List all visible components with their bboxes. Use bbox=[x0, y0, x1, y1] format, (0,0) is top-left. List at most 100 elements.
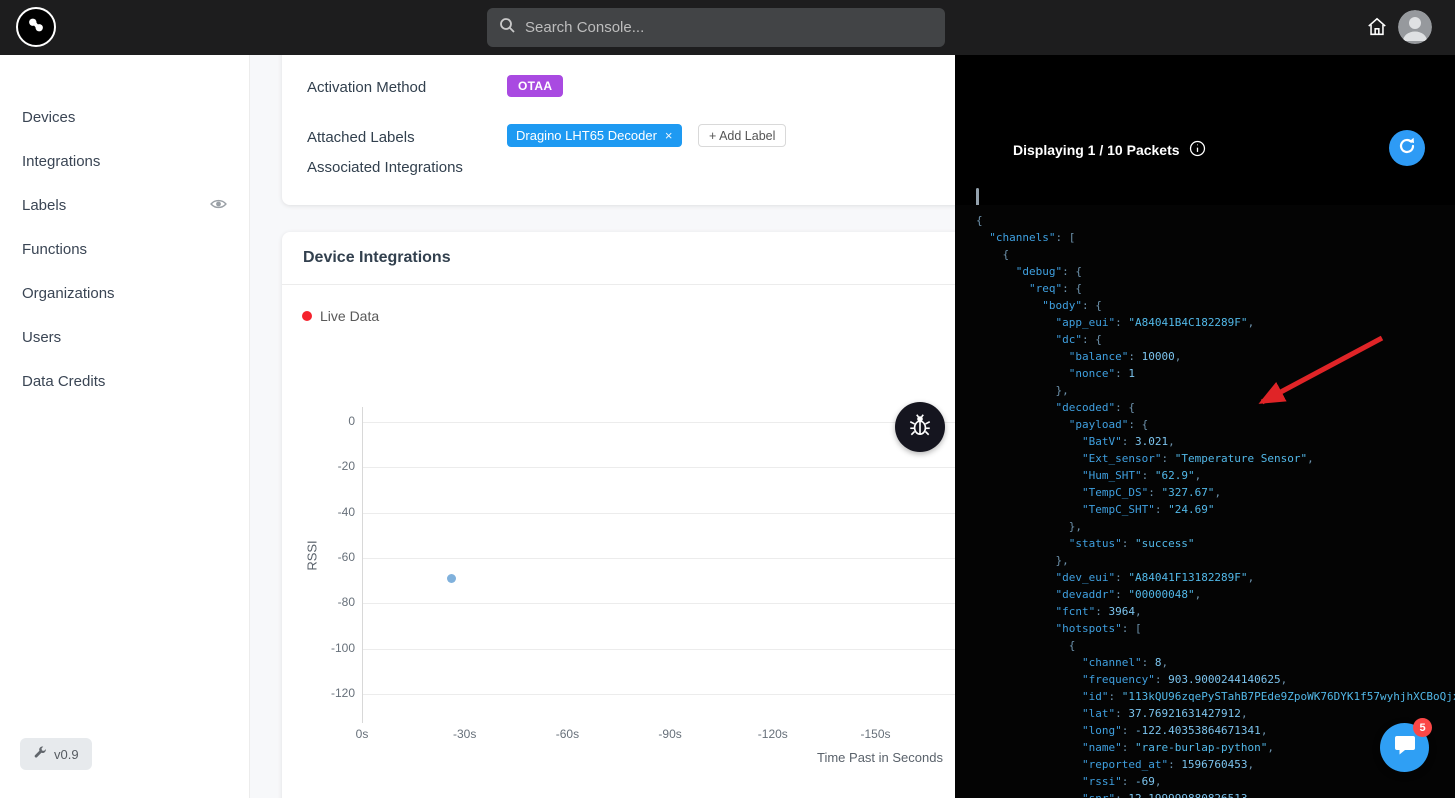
helium-logo[interactable] bbox=[16, 7, 56, 47]
json-line: "req": { bbox=[1028, 282, 1082, 295]
search-input[interactable] bbox=[525, 19, 933, 36]
chart-gridline bbox=[362, 557, 955, 559]
json-line: { bbox=[976, 248, 1010, 261]
info-icon[interactable] bbox=[1189, 140, 1206, 160]
x-tick-label: -90s bbox=[658, 727, 682, 741]
activation-method-label: Activation Method bbox=[307, 79, 427, 96]
sidebar-item-labels[interactable]: Labels bbox=[0, 183, 249, 227]
chat-icon bbox=[1393, 733, 1417, 762]
label-chip[interactable]: Dragino LHT65 Decoder × bbox=[507, 124, 682, 147]
remove-label-icon[interactable]: × bbox=[665, 128, 673, 143]
json-line: }, bbox=[976, 520, 1082, 533]
sidebar-item-users[interactable]: Users bbox=[0, 315, 249, 359]
x-tick-label: -120s bbox=[757, 727, 788, 741]
y-tick-label: -120 bbox=[330, 685, 355, 700]
label-chip-text: Dragino LHT65 Decoder bbox=[516, 128, 657, 143]
json-line: "dev_eui": "A84041F13182289F", bbox=[1055, 571, 1255, 584]
json-line: "snr": 12.199999880826513 bbox=[976, 790, 1455, 798]
version-badge[interactable]: v0.9 bbox=[20, 738, 92, 770]
y-tick-label: -40 bbox=[337, 504, 355, 519]
sidebar-item-label: Functions bbox=[22, 240, 88, 258]
y-tick-label: -100 bbox=[330, 640, 355, 655]
sidebar-item-label: Users bbox=[22, 328, 62, 346]
chart-gridline bbox=[362, 512, 955, 514]
chart-gridline bbox=[362, 603, 955, 605]
json-line: }, bbox=[976, 384, 1069, 397]
json-line: { bbox=[976, 639, 1076, 652]
json-line: "devaddr": "00000048", bbox=[1055, 588, 1202, 601]
y-tick-label: -20 bbox=[337, 459, 355, 474]
json-line: }, bbox=[976, 554, 1069, 567]
json-line: "balance": 10000, bbox=[1068, 350, 1182, 363]
json-line: "Ext_sensor": "Temperature Sensor", bbox=[1081, 452, 1314, 465]
x-tick-label: 0s bbox=[355, 727, 369, 741]
debug-button[interactable] bbox=[895, 402, 945, 452]
json-line: "BatV": 3.021, bbox=[1081, 435, 1175, 448]
y-tick-label: 0 bbox=[348, 414, 355, 428]
json-line: "frequency": 903.9000244140625, bbox=[1081, 673, 1288, 686]
version-label: v0.9 bbox=[54, 746, 79, 762]
chart-gridline bbox=[362, 693, 955, 695]
sidebar-nav: Devices Integrations Labels Functions Organi… bbox=[0, 55, 249, 403]
packet-json: { "channels": [ { "debug": { "req": { "b… bbox=[955, 205, 1455, 798]
console-search[interactable] bbox=[487, 8, 945, 47]
json-line: "hotspots": [ bbox=[1055, 622, 1142, 635]
sidebar-item-organizations[interactable]: Organizations bbox=[0, 271, 249, 315]
json-line: "decoded": { bbox=[1055, 401, 1135, 414]
chart-gridline bbox=[362, 467, 955, 469]
sidebar-item-label: Labels bbox=[22, 196, 67, 214]
top-bar bbox=[0, 0, 1455, 55]
home-icon[interactable] bbox=[1366, 16, 1388, 38]
y-axis-title: RSSI bbox=[304, 540, 320, 571]
attached-labels-label: Attached Labels bbox=[307, 129, 415, 146]
chat-launcher[interactable]: 5 bbox=[1380, 718, 1432, 772]
json-line: "fcnt": 3964, bbox=[1055, 605, 1142, 618]
search-icon bbox=[499, 17, 515, 38]
helium-logo-icon bbox=[25, 14, 47, 41]
json-line: "body": { bbox=[1042, 299, 1102, 312]
sidebar-item-functions[interactable]: Functions bbox=[0, 227, 249, 271]
wrench-icon bbox=[33, 745, 47, 763]
json-line: "payload": { bbox=[1068, 418, 1149, 431]
y-tick-label: -80 bbox=[337, 595, 355, 610]
refresh-packets-button[interactable] bbox=[1389, 130, 1425, 166]
json-line: "id": "113kQU96zqePySTahB7PEde9ZpoWK76DY… bbox=[1081, 690, 1455, 703]
x-axis-title: Time Past in Seconds bbox=[817, 750, 943, 765]
json-line: "Hum_SHT": "62.9", bbox=[1081, 469, 1202, 482]
eye-icon[interactable] bbox=[210, 197, 227, 214]
activation-method-badge: OTAA bbox=[507, 75, 564, 97]
sidebar-item-label: Integrations bbox=[22, 152, 101, 170]
chart-gridline bbox=[362, 422, 955, 423]
user-avatar[interactable] bbox=[1398, 10, 1432, 44]
sidebar: Devices Integrations Labels Functions Organi… bbox=[0, 55, 250, 798]
x-tick-label: -60s bbox=[555, 727, 580, 741]
chart-gridline bbox=[362, 648, 955, 650]
main-content: Activation Method OTAA Attached Labels D… bbox=[250, 55, 955, 798]
sidebar-item-data-credits[interactable]: Data Credits bbox=[0, 359, 249, 403]
json-line: "app_eui": "A84041B4C182289F", bbox=[1055, 316, 1255, 329]
json-line: "dc": { bbox=[1055, 333, 1102, 346]
json-line: "lat": 37.76921631427912, bbox=[1081, 707, 1248, 720]
json-line: "rssi": -69, bbox=[1081, 775, 1162, 788]
sidebar-item-integrations[interactable]: Integrations bbox=[0, 139, 249, 183]
add-label-button[interactable]: + Add Label bbox=[698, 124, 787, 147]
json-line: "TempC_DS": "327.67", bbox=[1081, 486, 1222, 499]
device-integrations-card: Device Integrations Live Data 0 -20 -40 -60… bbox=[282, 232, 955, 798]
packet-count-text: Displaying 1 / 10 Packets bbox=[1013, 142, 1180, 158]
json-line: { bbox=[976, 214, 983, 227]
packet-viewer-panel: Displaying 1 / 10 Packets { "channels": … bbox=[955, 55, 1455, 798]
x-tick-label: -150s bbox=[860, 727, 891, 741]
device-details-card: Activation Method OTAA Attached Labels D… bbox=[282, 55, 955, 205]
json-line: "channels": [ bbox=[989, 231, 1076, 244]
sidebar-item-devices[interactable]: Devices bbox=[0, 95, 249, 139]
unread-count-badge: 5 bbox=[1413, 718, 1432, 737]
refresh-icon bbox=[1397, 136, 1417, 161]
json-line: "TempC_SHT": "24.69" bbox=[1081, 503, 1215, 516]
chart-point bbox=[446, 573, 456, 583]
sidebar-item-label: Organizations bbox=[22, 284, 115, 302]
json-line: "debug": { bbox=[1015, 265, 1082, 278]
bug-icon bbox=[907, 412, 933, 443]
live-data-chart: 0 -20 -40 -60 -80 -100 -120 0s -30s -60s -90s -120s… bbox=[282, 232, 955, 798]
x-tick-label: -30s bbox=[453, 727, 477, 741]
associated-integrations-label: Associated Integrations bbox=[307, 159, 463, 176]
